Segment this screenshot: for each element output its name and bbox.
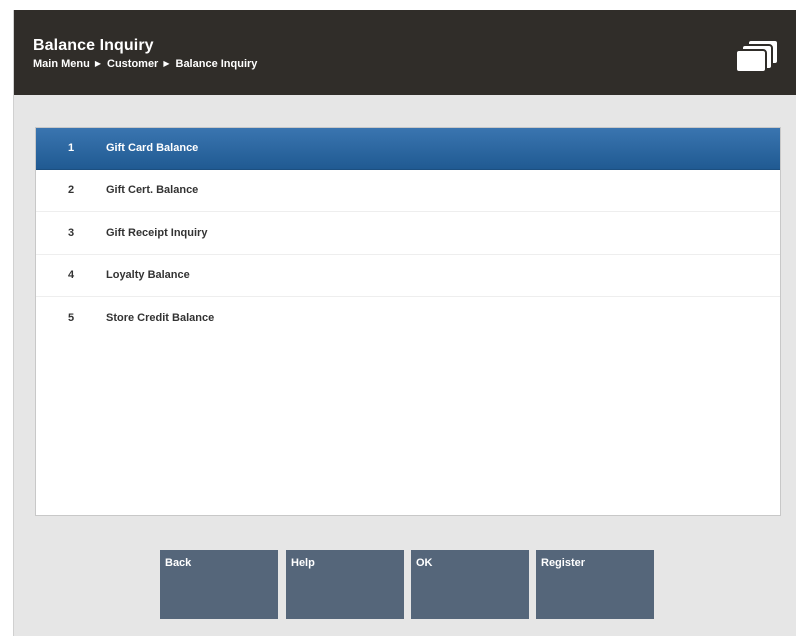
menu-item-label: Loyalty Balance [106, 269, 190, 281]
breadcrumb-item-customer: Customer [107, 58, 159, 70]
menu-item-label: Gift Card Balance [106, 142, 199, 154]
menu-item-gift-card-balance[interactable]: 1 Gift Card Balance [36, 128, 780, 170]
breadcrumb-separator-icon: ▶ [163, 59, 170, 68]
breadcrumb-item-main-menu: Main Menu [33, 58, 90, 70]
help-button[interactable]: Help [286, 550, 404, 619]
menu-item-number: 5 [68, 312, 75, 324]
menu-item-gift-cert-balance[interactable]: 2 Gift Cert. Balance [36, 170, 780, 212]
page-title: Balance Inquiry [33, 37, 154, 54]
register-button[interactable]: Register [536, 550, 654, 619]
menu-item-store-credit-balance[interactable]: 5 Store Credit Balance [36, 298, 780, 340]
ok-button-label: OK [416, 557, 433, 569]
menu-item-loyalty-balance[interactable]: 4 Loyalty Balance [36, 255, 780, 297]
cards-icon [735, 39, 779, 73]
app-frame: Balance Inquiry Main Menu ▶ Customer ▶ Balan… [13, 10, 796, 636]
menu-item-label: Gift Cert. Balance [106, 184, 199, 196]
breadcrumb-item-balance-inquiry: Balance Inquiry [175, 58, 258, 70]
breadcrumb: Main Menu ▶ Customer ▶ Balance Inquiry [33, 58, 257, 70]
menu-item-number: 2 [68, 184, 75, 196]
menu-item-number: 4 [68, 269, 75, 281]
header-bar: Balance Inquiry Main Menu ▶ Customer ▶ Balan… [14, 10, 796, 95]
ok-button[interactable]: OK [411, 550, 529, 619]
menu-item-number: 3 [68, 227, 75, 239]
register-button-label: Register [541, 557, 586, 569]
menu-item-number: 1 [68, 142, 75, 154]
menu-item-label: Store Credit Balance [106, 312, 215, 324]
back-button-label: Back [165, 557, 192, 569]
breadcrumb-separator-icon: ▶ [94, 59, 101, 68]
back-button[interactable]: Back [160, 550, 278, 619]
menu-item-gift-receipt-inquiry[interactable]: 3 Gift Receipt Inquiry [36, 213, 780, 255]
help-button-label: Help [291, 557, 315, 569]
menu-item-label: Gift Receipt Inquiry [106, 227, 208, 239]
menu-list: 1 Gift Card Balance 2 Gift Cert. Balance… [35, 127, 781, 516]
